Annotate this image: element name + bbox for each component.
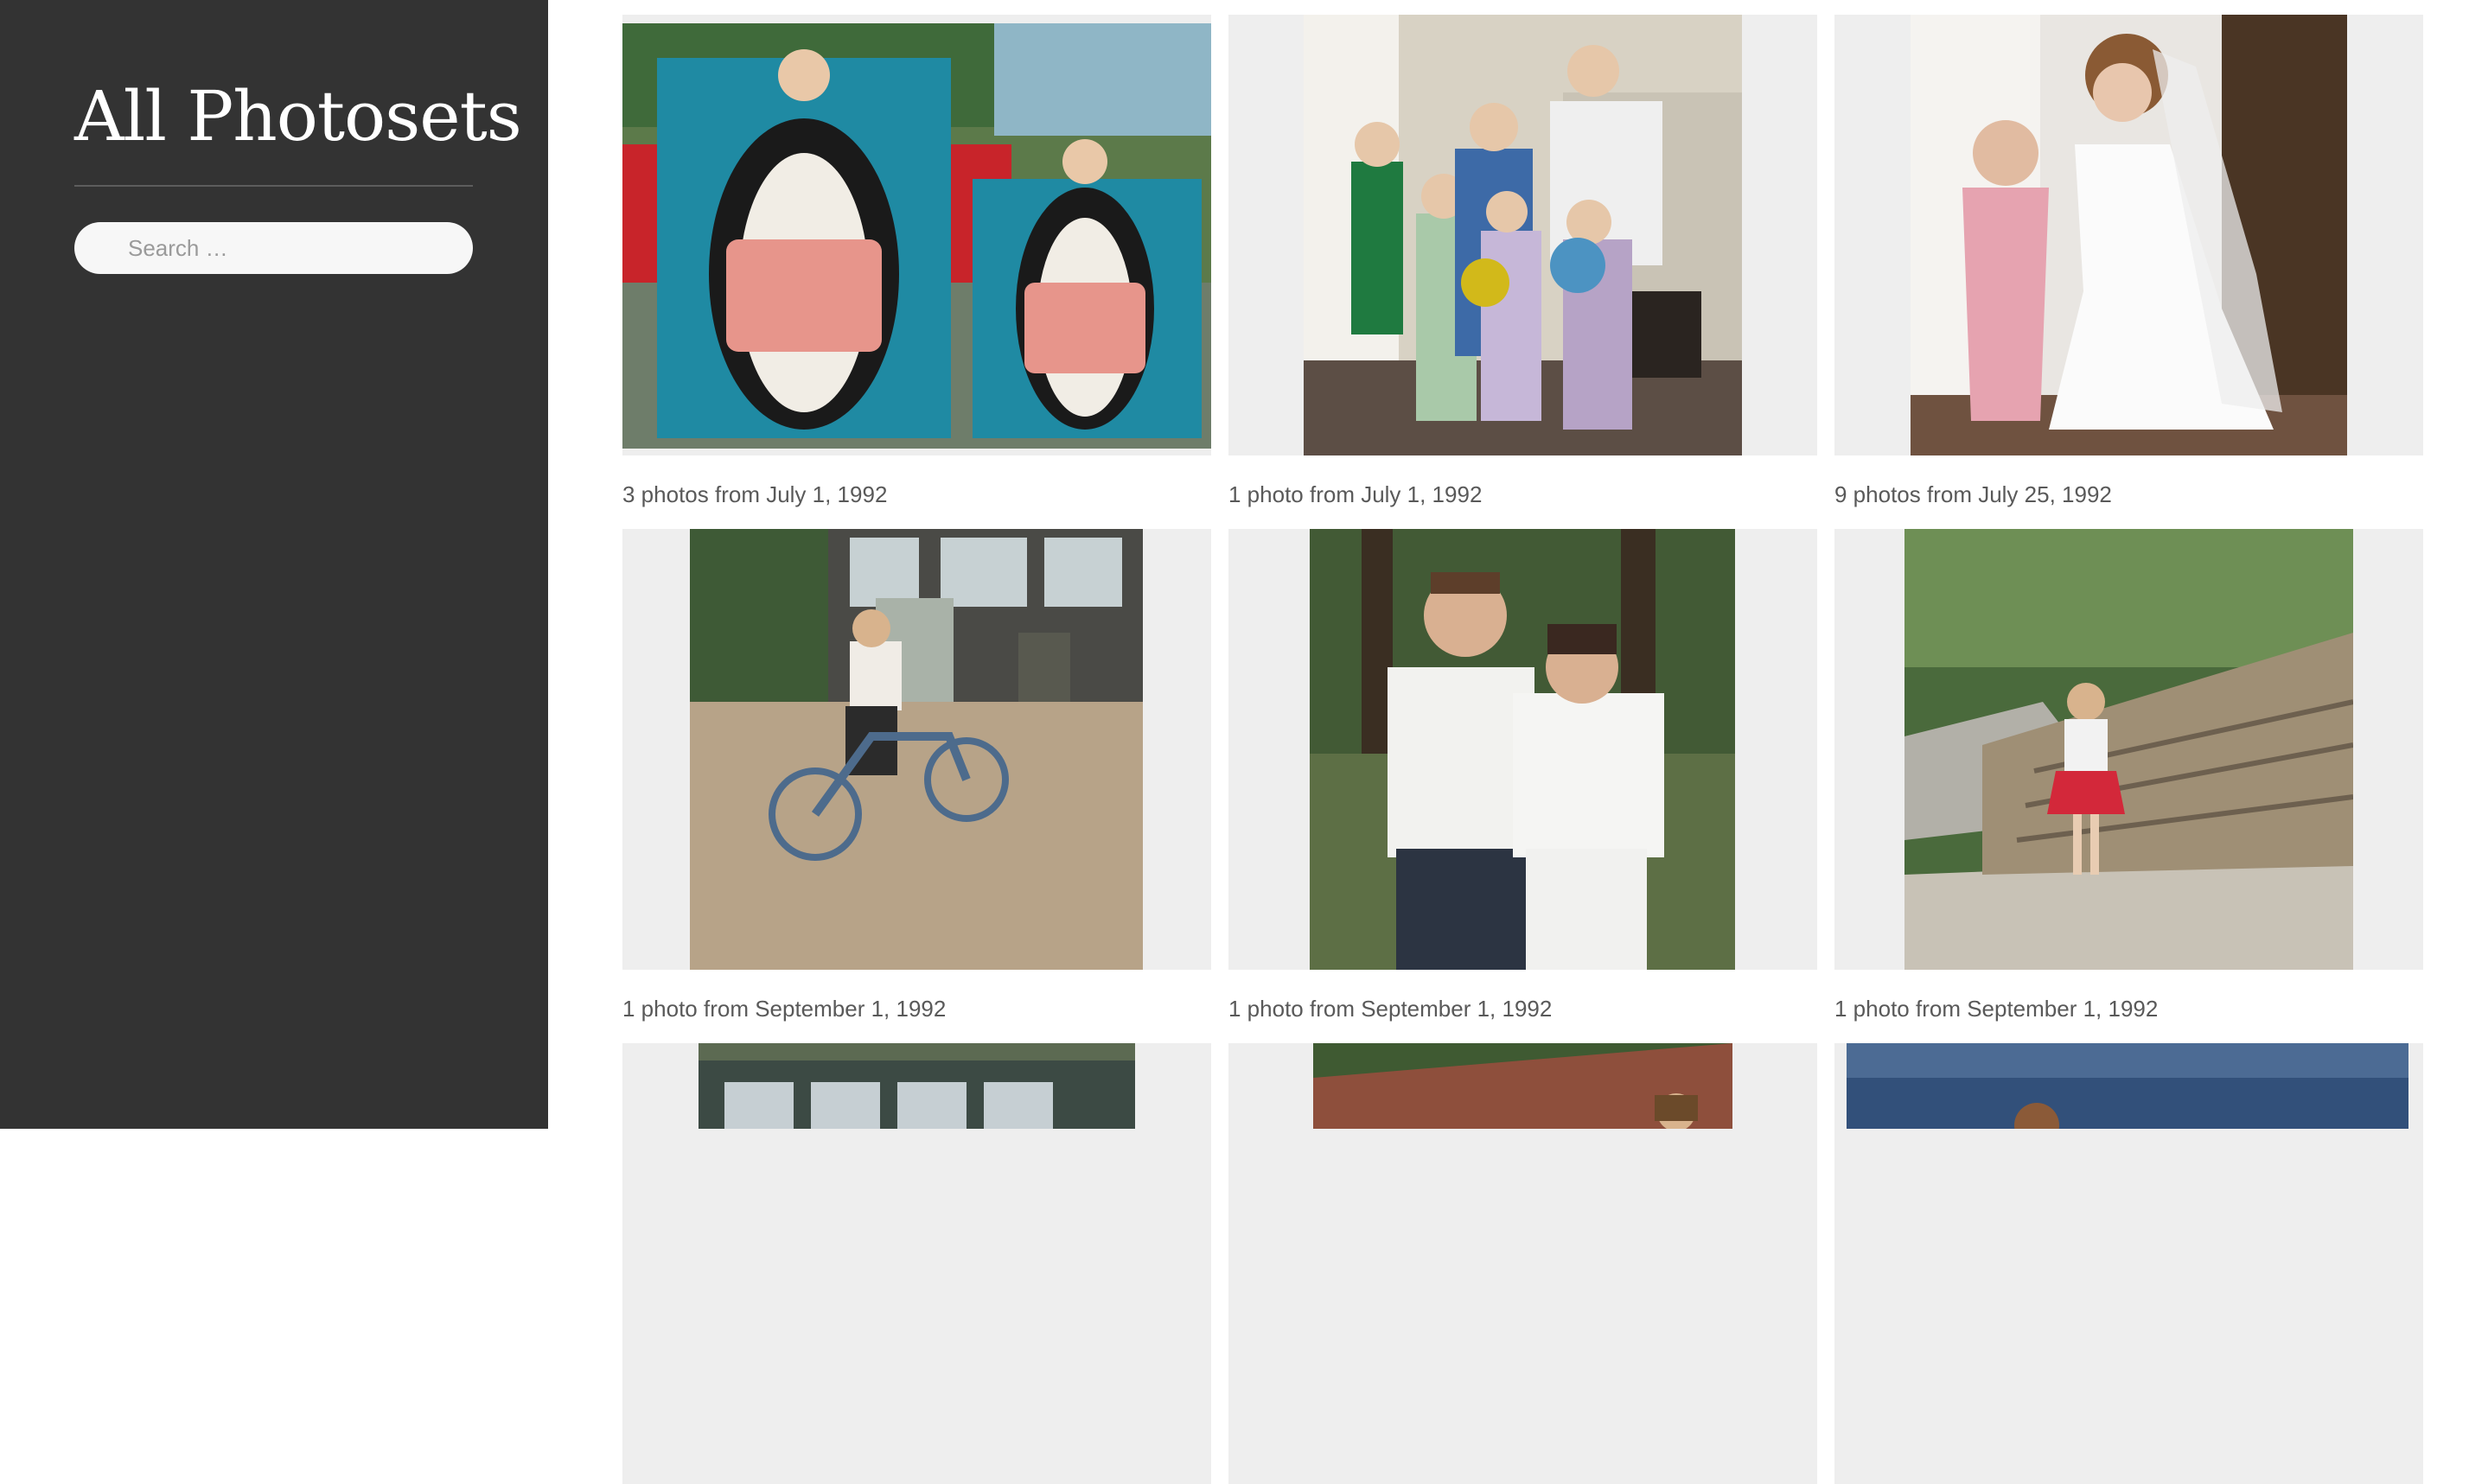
photoset-caption[interactable]: 1 photo from September 1, 1992 [1228,996,1552,1022]
search-input[interactable] [74,222,473,274]
photoset-card[interactable]: 1 photo from September 1, 1992 [1834,529,2423,1022]
sidebar: All Photosets [0,0,548,1129]
title-divider [74,185,473,187]
photoset-card[interactable]: 1 photo from July 1, 1992 [1228,15,1817,507]
photoset-thumbnail[interactable] [1228,15,1817,455]
photo-roof-and-person [1313,1043,1732,1484]
photo-couple-outdoors [1310,529,1735,970]
photoset-thumbnail[interactable] [1228,1043,1817,1484]
photo-studio-portrait [1847,1043,2408,1484]
photoset-card[interactable] [622,1043,1211,1484]
photoset-thumbnail[interactable] [1834,529,2423,970]
photoset-card[interactable]: 1 photo from September 1, 1992 [1228,529,1817,1022]
photo-children-group [1304,15,1742,455]
photo-penguin-signs [622,23,1211,449]
photoset-card[interactable]: 9 photos from July 25, 1992 [1834,15,2423,507]
photoset-caption[interactable]: 1 photo from September 1, 1992 [1834,996,2158,1022]
photoset-caption[interactable]: 3 photos from July 1, 1992 [622,481,887,508]
photoset-caption[interactable]: 1 photo from July 1, 1992 [1228,481,1482,508]
photoset-thumbnail[interactable] [1228,529,1817,970]
photo-bride-and-woman [1911,15,2347,455]
photoset-card[interactable]: 1 photo from September 1, 1992 [622,529,1211,1022]
photoset-thumbnail[interactable] [1834,1043,2423,1484]
site-title[interactable]: All Photosets [74,82,522,151]
photo-boy-on-bicycle [690,529,1143,970]
photoset-card[interactable] [1834,1043,2423,1484]
photoset-thumbnail[interactable] [1834,15,2423,455]
photoset-grid: 3 photos from July 1, 1992 1 photo from … [548,0,2469,1484]
photoset-card[interactable]: 3 photos from July 1, 1992 [622,15,1211,507]
photoset-caption[interactable]: 1 photo from September 1, 1992 [622,996,946,1022]
photoset-thumbnail[interactable] [622,529,1211,970]
photoset-thumbnail[interactable] [622,1043,1211,1484]
photoset-thumbnail[interactable] [622,15,1211,455]
photoset-caption[interactable]: 9 photos from July 25, 1992 [1834,481,2112,508]
photo-house-front [699,1043,1135,1484]
photo-girl-by-stone-wall [1904,529,2353,970]
photoset-card[interactable] [1228,1043,1817,1484]
